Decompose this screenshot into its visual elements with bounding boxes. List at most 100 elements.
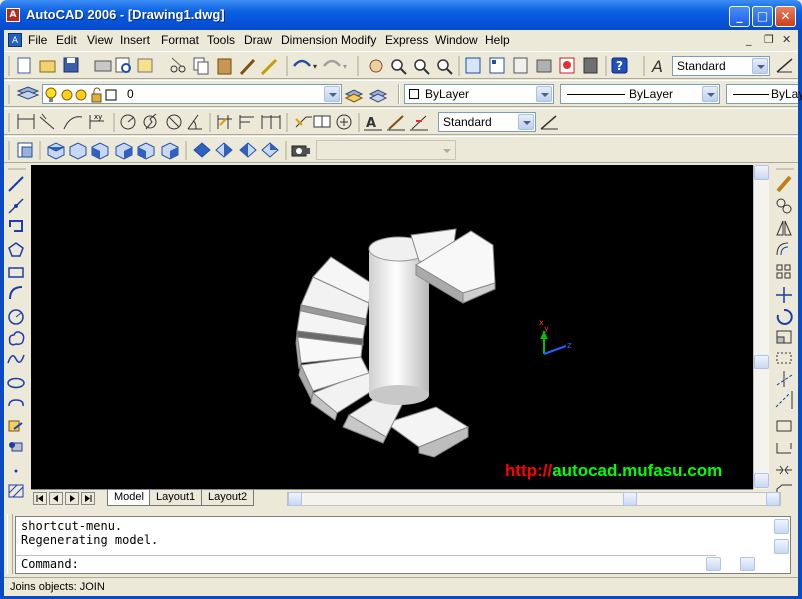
linetype-control-dropdown[interactable]: ByLayer xyxy=(560,84,720,104)
first-icon xyxy=(36,495,43,502)
svg-text:A: A xyxy=(366,116,376,131)
chevron-down-icon[interactable] xyxy=(324,86,340,102)
svg-text:?: ? xyxy=(616,59,623,73)
menu-view[interactable]: View xyxy=(87,33,113,47)
new-icon xyxy=(17,57,31,74)
chevron-down-icon[interactable] xyxy=(518,114,534,130)
command-scroll-right-button[interactable] xyxy=(740,557,755,571)
text-style-dropdown[interactable]: Standard xyxy=(672,56,770,76)
title-bar[interactable]: A AutoCAD 2006 - [Drawing1.dwg] _ □ ✕ xyxy=(0,0,802,30)
ellipse-icon xyxy=(7,377,25,389)
pan-icon xyxy=(369,59,383,73)
baseline-dimension-icon xyxy=(239,115,254,129)
chevron-down-icon[interactable] xyxy=(702,86,718,102)
menu-draw[interactable]: Draw xyxy=(244,33,272,47)
previous-tab-button[interactable] xyxy=(49,492,63,505)
tab-layout2[interactable]: Layout2 xyxy=(201,490,255,506)
construction-line-icon xyxy=(8,198,24,214)
document-icon[interactable]: A xyxy=(8,33,22,47)
dimension-style-icon[interactable] xyxy=(538,112,562,132)
menu-edit[interactable]: Edit xyxy=(56,33,77,47)
ucs-x-label: x xyxy=(539,318,544,327)
dimension-style-dropdown[interactable]: Standard xyxy=(438,112,536,132)
quick-leader-icon xyxy=(295,116,312,128)
make-object-layer-current-icon xyxy=(344,89,364,103)
tab-layout1[interactable]: Layout1 xyxy=(149,490,203,506)
left-view-icon xyxy=(91,142,109,160)
back-view-icon xyxy=(161,142,179,160)
mdi-restore-button[interactable]: ❐ xyxy=(764,33,774,46)
watermark-url: http://autocad.mufasu.com xyxy=(505,461,722,481)
menu-window[interactable]: Window xyxy=(435,33,478,47)
maximize-button[interactable]: □ xyxy=(752,6,773,27)
offset-icon xyxy=(776,242,789,256)
close-button[interactable]: ✕ xyxy=(775,6,796,27)
window-title: AutoCAD 2006 - [Drawing1.dwg] xyxy=(26,7,225,22)
command-history-line: Regenerating model. xyxy=(21,533,159,547)
mirror-icon xyxy=(776,220,792,236)
ellipse-arc-icon xyxy=(8,399,24,407)
autocad-app-icon[interactable]: A xyxy=(6,8,20,22)
scroll-left-button[interactable] xyxy=(288,492,302,506)
mdi-close-button[interactable]: ✕ xyxy=(782,33,791,46)
dim-style-icon[interactable] xyxy=(774,56,796,76)
first-tab-button[interactable] xyxy=(33,492,47,505)
viewport-horizontal-scrollbar[interactable] xyxy=(287,492,781,506)
command-scroll-up-button[interactable] xyxy=(774,519,789,534)
array-icon xyxy=(776,264,791,279)
menu-express[interactable]: Express xyxy=(385,33,428,47)
scroll-up-button[interactable] xyxy=(754,165,769,180)
top-view-icon xyxy=(47,142,65,160)
command-scroll-down-button[interactable] xyxy=(774,539,789,554)
radius-dimension-icon xyxy=(120,114,136,130)
menu-help[interactable]: Help xyxy=(485,33,510,47)
command-scroll-left-button[interactable] xyxy=(706,557,721,571)
ne-isometric-icon xyxy=(239,142,257,158)
menu-format[interactable]: Format xyxy=(161,33,199,47)
chevron-down-icon[interactable] xyxy=(536,86,552,102)
tab-model[interactable]: Model xyxy=(107,490,151,506)
chevron-down-icon[interactable] xyxy=(752,58,768,74)
mdi-minimize-button[interactable]: _ xyxy=(746,33,752,46)
zoom-previous-icon xyxy=(437,59,453,75)
trim-icon xyxy=(776,371,793,387)
scroll-down-button[interactable] xyxy=(754,473,769,488)
spline-icon xyxy=(7,354,25,364)
menu-modify[interactable]: Modify xyxy=(341,33,376,47)
make-block-icon xyxy=(9,442,23,452)
rectangle-icon xyxy=(8,267,24,278)
color-control-dropdown[interactable]: ByLayer xyxy=(404,84,554,104)
minimize-button[interactable]: _ xyxy=(729,6,750,27)
layer-previous-icon xyxy=(368,89,388,103)
last-tab-button[interactable] xyxy=(81,492,95,505)
menu-file[interactable]: File xyxy=(28,33,47,47)
chevron-down-icon[interactable] xyxy=(438,142,454,158)
menu-dimension[interactable]: Dimension xyxy=(281,33,338,47)
color-value: ByLayer xyxy=(425,87,470,101)
copy-icon xyxy=(193,57,209,75)
layer-state-icons xyxy=(45,87,117,103)
command-window[interactable]: shortcut-menu. Regenerating model. Comma… xyxy=(15,516,791,574)
scroll-thumb[interactable] xyxy=(754,355,769,369)
layer-dropdown[interactable]: 0 xyxy=(42,84,342,104)
design-center-icon xyxy=(489,57,505,74)
ucs-z-label: z xyxy=(567,341,572,351)
scroll-right-button[interactable] xyxy=(766,492,780,506)
viewport-vertical-scrollbar[interactable] xyxy=(753,165,769,489)
layer-properties-icon[interactable] xyxy=(4,81,44,108)
drawing-viewport[interactable]: y z x http://autocad.mufasu.com xyxy=(31,165,753,489)
diameter-dimension-icon xyxy=(166,114,182,130)
stair-step xyxy=(384,406,470,458)
view-dropdown[interactable] xyxy=(316,140,456,160)
front-view-icon xyxy=(137,142,155,160)
h-scroll-thumb[interactable] xyxy=(623,492,637,506)
command-window-grip[interactable] xyxy=(7,514,13,574)
menu-tools[interactable]: Tools xyxy=(207,33,235,47)
svg-text:▾: ▾ xyxy=(343,62,347,71)
next-tab-button[interactable] xyxy=(65,492,79,505)
command-prompt[interactable]: Command: xyxy=(21,557,79,571)
menu-insert[interactable]: Insert xyxy=(120,33,150,47)
sun-icon xyxy=(61,89,73,101)
lineweight-sample-icon xyxy=(733,94,769,95)
lineweight-control-dropdown[interactable]: ByLay xyxy=(726,84,802,104)
